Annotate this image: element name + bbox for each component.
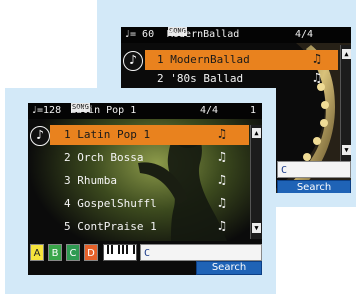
list-item[interactable]: 2 Orch Bossa ♫ [50,148,249,168]
note-icon: ♪ [30,126,50,146]
style-icon: ♫ [218,196,226,211]
list-item[interactable]: 3 Rhumba ♫ [50,171,249,191]
list-item-label: 2 '80s Ballad [157,72,244,85]
style-name: ModernBallad [167,29,240,40]
category-button-d[interactable]: D [84,244,98,261]
scrollbar[interactable]: ▲ ▼ [250,125,262,239]
category-button-b[interactable]: B [48,244,62,261]
bottom-toolbar: A B C D C Search [28,241,262,275]
style-icon: ♫ [218,173,226,188]
style-name: Latin Pop 1 [70,105,137,116]
scroll-down-icon[interactable]: ▼ [342,145,351,155]
note-icon: ♪ [123,51,143,71]
search-button[interactable]: Search [196,261,262,275]
scrollbar[interactable]: ▲ ▼ [340,45,351,165]
list-item-label: 5 ContPraise 1 [64,220,157,233]
list-item-label: 3 Rhumba [64,174,117,187]
list-item-label: 4 GospelShuffl [64,197,157,210]
search-input[interactable]: C [277,161,351,178]
style-icon: ♫ [313,71,321,86]
scroll-up-icon[interactable]: ▲ [342,49,351,59]
category-button-a[interactable]: A [30,244,44,261]
list-item[interactable]: 2 '80s Ballad ♫ [145,69,338,89]
time-signature: 4/4 [200,105,219,116]
list-item[interactable]: 1 ModernBallad ♫ [145,50,338,70]
style-icon: ♫ [313,52,321,67]
search-input[interactable]: C [140,244,262,261]
keyboard-icon[interactable] [103,244,137,261]
list-item-label: 2 Orch Bossa [64,151,144,164]
list-item-label: 1 Latin Pop 1 [64,128,151,141]
style-icon: ♫ [218,127,226,142]
style-icon: ♫ [218,150,226,165]
front-display-screen: ♩=128 SONG Latin Pop 1 4/4 1 ♪ 1 Latin Po… [28,103,262,275]
time-signature: 4/4 [295,29,314,40]
tempo-label: ♩=128 [31,105,62,116]
list-item[interactable]: 4 GospelShuffl ♫ [50,194,249,214]
back-header-bar: ♩= 60 SONG ModernBallad 4/4 [121,27,351,43]
scroll-down-icon[interactable]: ▼ [252,223,261,233]
front-header-bar: ♩=128 SONG Latin Pop 1 4/4 1 [28,103,262,119]
search-button[interactable]: Search [277,180,351,193]
category-button-c[interactable]: C [66,244,80,261]
style-icon: ♫ [218,219,226,234]
scroll-up-icon[interactable]: ▲ [252,128,261,138]
tempo-label: ♩= 60 [124,29,155,40]
list-item[interactable]: 5 ContPraise 1 ♫ [50,217,249,237]
list-item-label: 1 ModernBallad [157,53,250,66]
list-item[interactable]: 1 Latin Pop 1 ♫ [50,125,249,145]
header-tail: 1 [250,105,257,116]
